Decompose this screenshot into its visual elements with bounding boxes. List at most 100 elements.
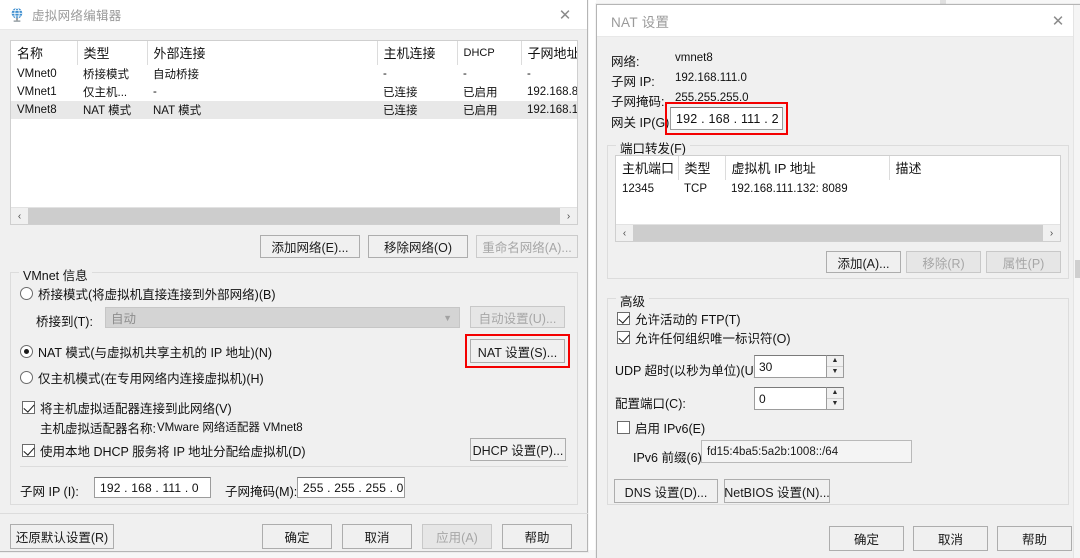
checkbox-enable-ipv6[interactable]: 启用 IPv6(E) [617,418,705,437]
vne-close-button[interactable]: ✕ [543,0,587,30]
col-external[interactable]: 外部连接 [147,41,378,65]
port-forwarding-table: 主机端口 类型 虚拟机 IP 地址 描述 12345 TCP 192.168.1… [616,156,1060,197]
col-description[interactable]: 描述 [889,156,1060,180]
checkbox-allow-any-oui-box [617,331,630,344]
cell-dhcp: - [463,68,467,80]
cell-name: VMnet8 [11,101,77,119]
spin-down-icon[interactable]: ▼ [827,366,843,377]
port-forwarding-list[interactable]: 主机端口 类型 虚拟机 IP 地址 描述 12345 TCP 192.168.1… [615,155,1061,242]
cell-subnet: 192.168.81.0 [527,86,578,98]
scroll-left-icon[interactable]: ‹ [11,208,28,224]
bridged-to-label: 桥接到(T): [36,315,93,329]
nat-help-button[interactable]: 帮助 [997,526,1072,551]
remove-network-button[interactable]: 移除网络(O) [368,235,468,258]
config-port-input[interactable]: 0 [754,387,826,410]
table-row[interactable]: VMnet0 桥接模式 自动桥接 - - - [11,65,577,83]
radio-nat-mode[interactable]: NAT 模式(与虚拟机共享主机的 IP 地址)(N) [20,342,272,361]
vne-help-button[interactable]: 帮助 [502,524,572,549]
cell-host: 已连接 [383,87,418,99]
checkbox-connect-host-adapter-box [22,401,35,414]
config-port-spinner[interactable]: 0 ▲ ▼ [754,387,844,410]
checkbox-local-dhcp[interactable]: 使用本地 DHCP 服务将 IP 地址分配给虚拟机(D) [22,441,306,460]
nat-network-label: 网络: [611,55,640,69]
scroll-right-icon[interactable]: › [1043,225,1060,241]
checkbox-local-dhcp-box [22,444,35,457]
vne-cancel-button[interactable]: 取消 [342,524,412,549]
spin-up-icon[interactable]: ▲ [827,388,843,399]
cell-name: VMnet1 [17,86,57,98]
portfwd-hscrollbar[interactable]: ‹ › [616,224,1060,241]
network-list-hscrollbar[interactable]: ‹ › [11,207,577,224]
network-globe-icon [11,7,23,22]
scroll-left-icon[interactable]: ‹ [616,225,633,241]
table-row[interactable]: VMnet8 NAT 模式 NAT 模式 已连接 已启用 192.168.111… [11,101,577,119]
col-name[interactable]: 名称 [11,41,78,65]
radio-nat-dot [20,345,33,358]
config-port-label: 配置端口(C): [615,397,686,411]
radio-hostonly-label: 仅主机模式(在专用网络内连接虚拟机)(H) [38,372,264,386]
auto-settings-button: 自动设置(U)... [470,306,565,328]
advanced-legend: 高级 [616,291,650,310]
subnet-mask-input[interactable]: 255 . 255 . 255 . 0 [297,477,405,498]
checkbox-enable-ipv6-label: 启用 IPv6(E) [635,422,706,436]
nat-cancel-button[interactable]: 取消 [913,526,988,551]
cell-host-port: 12345 [622,182,654,195]
checkbox-allow-active-ftp-box [617,312,630,325]
netbios-settings-button[interactable]: NetBIOS 设置(N)... [724,479,830,503]
checkbox-enable-ipv6-box [617,421,630,434]
udp-timeout-input[interactable]: 30 [754,355,826,378]
virtual-network-editor-dialog: 虚拟网络编辑器 ✕ 名称 类型 外部连接 主机连接 DHCP 子网地址 VMne… [0,0,588,552]
udp-timeout-spin-buttons[interactable]: ▲ ▼ [826,355,844,378]
checkbox-local-dhcp-label: 使用本地 DHCP 服务将 IP 地址分配给虚拟机(D) [40,445,306,459]
nat-ok-button[interactable]: 确定 [829,526,904,551]
scroll-right-icon[interactable]: › [560,208,577,224]
spin-up-icon[interactable]: ▲ [827,356,843,367]
dhcp-settings-button[interactable]: DHCP 设置(P)... [470,438,566,461]
table-row[interactable]: 12345 TCP 192.168.111.132: 8089 [616,180,1060,197]
subnet-ip-label: 子网 IP (I): [20,485,79,499]
col-host[interactable]: 主机连接 [377,41,458,65]
nat-dialog-edge-scrollbar[interactable] [1073,5,1080,558]
subnet-ip-input[interactable]: 192 . 168 . 111 . 0 [94,477,211,498]
checkbox-allow-any-oui[interactable]: 允许任何组织唯一标识符(O) [617,328,791,347]
table-row[interactable]: VMnet1 仅主机... - 已连接 已启用 192.168.81.0 [11,83,577,101]
col-type[interactable]: 类型 [77,41,148,65]
network-table: 名称 类型 外部连接 主机连接 DHCP 子网地址 VMnet0 桥接模式 自动… [11,41,577,119]
cell-type: 仅主机... [83,87,128,99]
radio-hostonly-dot [20,371,33,384]
checkbox-connect-host-adapter[interactable]: 将主机虚拟适配器连接到此网络(V) [22,398,232,417]
radio-bridged-mode[interactable]: 桥接模式(将虚拟机直接连接到外部网络)(B) [20,284,276,303]
network-list[interactable]: 名称 类型 外部连接 主机连接 DHCP 子网地址 VMnet0 桥接模式 自动… [10,40,578,225]
portfwd-add-button[interactable]: 添加(A)... [826,251,901,273]
nat-network-value: vmnet8 [675,52,713,64]
config-port-spin-buttons[interactable]: ▲ ▼ [826,387,844,410]
edge-scroll-thumb[interactable] [1075,260,1080,278]
checkbox-allow-active-ftp-label: 允许活动的 FTP(T) [635,313,741,327]
col-vm-ip[interactable]: 虚拟机 IP 地址 [725,156,890,180]
scroll-thumb[interactable] [633,225,1043,241]
col-subnet[interactable]: 子网地址 [521,41,577,65]
col-dhcp[interactable]: DHCP [457,41,522,65]
radio-nat-label: NAT 模式(与虚拟机共享主机的 IP 地址)(N) [38,346,273,360]
nat-settings-button[interactable]: NAT 设置(S)... [470,339,565,363]
scroll-thumb[interactable] [28,208,560,224]
cell-type: NAT 模式 [77,101,147,119]
radio-hostonly-mode[interactable]: 仅主机模式(在专用网络内连接虚拟机)(H) [20,368,264,387]
cell-type: 桥接模式 [83,69,129,81]
col-protocol-type[interactable]: 类型 [678,156,726,180]
vne-ok-button[interactable]: 确定 [262,524,332,549]
udp-timeout-spinner[interactable]: 30 ▲ ▼ [754,355,844,378]
add-network-button[interactable]: 添加网络(E)... [260,235,360,258]
restore-defaults-button[interactable]: 还原默认设置(R) [10,524,114,549]
nat-gateway-label: 网关 IP(G): [611,116,673,130]
subnet-mask-label: 子网掩码(M): [225,485,298,499]
network-table-header-row: 名称 类型 外部连接 主机连接 DHCP 子网地址 [11,41,577,65]
dns-settings-button[interactable]: DNS 设置(D)... [614,479,718,503]
checkbox-allow-active-ftp[interactable]: 允许活动的 FTP(T) [617,309,741,328]
spin-down-icon[interactable]: ▼ [827,398,843,409]
nat-gateway-input[interactable]: 192 . 168 . 111 . 2 [670,107,783,130]
col-host-port[interactable]: 主机端口 [616,156,679,180]
host-adapter-name-label: 主机虚拟适配器名称: [40,422,156,436]
cell-vm-ip: 192.168.111.132: 8089 [731,182,848,195]
vne-titlebar: 虚拟网络编辑器 ✕ [0,0,587,30]
